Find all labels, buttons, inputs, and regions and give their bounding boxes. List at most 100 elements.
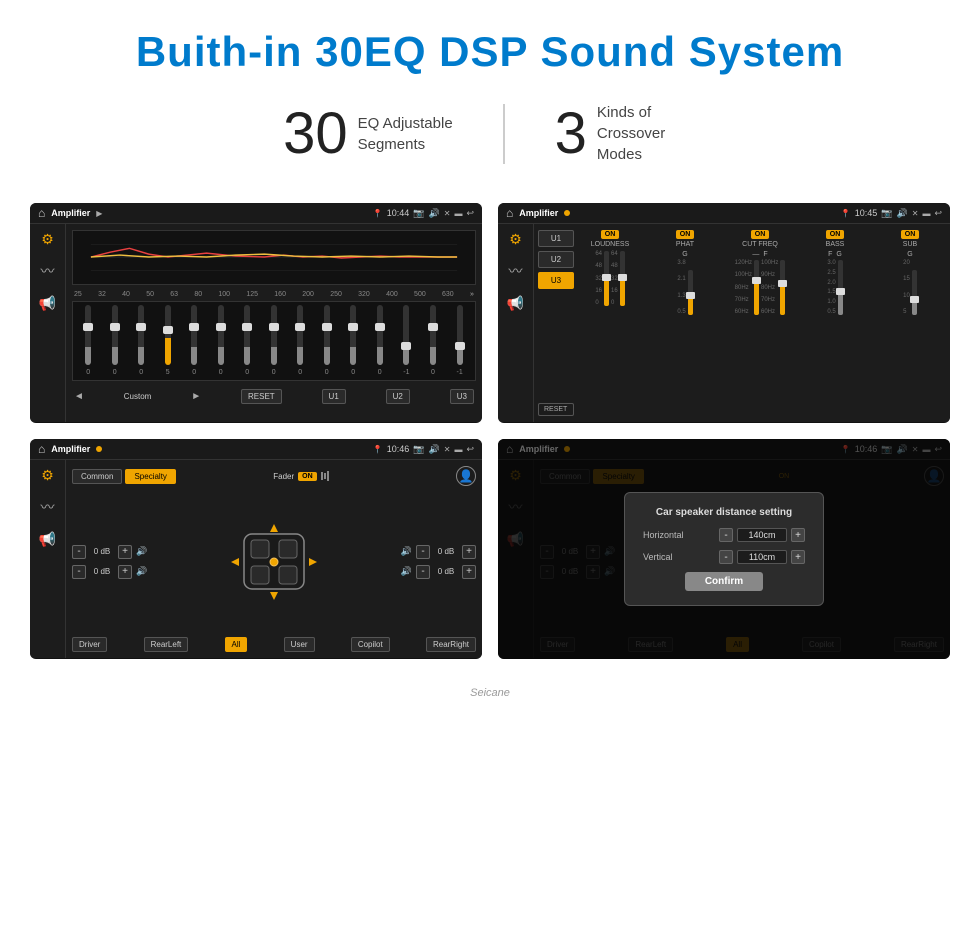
eq-slider-11[interactable]: 0 [377, 305, 383, 376]
eq-icon-3[interactable]: ⚙ [37, 466, 59, 484]
btn-rearleft[interactable]: RearLeft [144, 637, 189, 652]
band-cutfreq-on[interactable]: ON [751, 230, 770, 239]
cutfreq-slider-2[interactable] [780, 260, 785, 315]
user-avatar[interactable]: 👤 [456, 466, 476, 486]
minimize-icon-2[interactable]: ▬ [922, 209, 930, 218]
eq-icon-2[interactable]: ⚙ [505, 230, 527, 248]
app-name-2: Amplifier [519, 208, 558, 218]
band-loudness: ON LOUDNESS 644832160 644832160 [574, 230, 646, 416]
band-phat-label: PHAT [676, 241, 694, 248]
eq-slider-6[interactable]: 0 [244, 305, 250, 376]
speaker-icon-2[interactable]: 📢 [505, 294, 527, 312]
u3-btn[interactable]: U3 [450, 389, 474, 404]
eq-slider-4[interactable]: 0 [191, 305, 197, 376]
preset-u2[interactable]: U2 [538, 251, 574, 268]
status-bar-1: ⌂ Amplifier ▶ 📍 10:44 📷 🔊 ✕ ▬ ↩ [30, 203, 482, 224]
eq-bottom-bar: ◄ Custom ► RESET U1 U2 U3 [72, 385, 476, 408]
plus-fr[interactable]: + [462, 545, 476, 559]
horizontal-plus[interactable]: + [791, 528, 805, 542]
stats-row: 30 EQ Adjustable Segments 3 Kinds of Cro… [0, 92, 980, 193]
fader-on[interactable]: ON [298, 472, 317, 481]
minus-fl[interactable]: - [72, 545, 86, 559]
band-cutfreq-label: CUT FREQ [742, 241, 778, 248]
eq-slider-10[interactable]: 0 [350, 305, 356, 376]
close-icon[interactable]: ✕ [444, 209, 451, 218]
back-icon-2[interactable]: ↩ [934, 208, 942, 219]
band-sub-on[interactable]: ON [901, 230, 920, 239]
speaker-icon-3[interactable]: 📢 [37, 530, 59, 548]
btn-rearright[interactable]: RearRight [426, 637, 476, 652]
minus-fr[interactable]: - [416, 545, 430, 559]
band-loudness-on[interactable]: ON [601, 230, 620, 239]
eq-icon[interactable]: ⚙ [37, 230, 59, 248]
tab-specialty[interactable]: Specialty [125, 469, 175, 484]
plus-fl[interactable]: + [118, 545, 132, 559]
eq-slider-2[interactable]: 0 [138, 305, 144, 376]
eq-slider-5[interactable]: 0 [218, 305, 224, 376]
preset-u3[interactable]: U3 [538, 272, 574, 289]
home-icon-2[interactable]: ⌂ [506, 206, 513, 220]
btn-driver[interactable]: Driver [72, 637, 107, 652]
volume-icon-3[interactable]: 🔊 [429, 444, 440, 455]
back-icon[interactable]: ↩ [466, 208, 474, 219]
confirm-button[interactable]: Confirm [685, 572, 763, 591]
eq-slider-14[interactable]: -1 [456, 305, 462, 376]
tab-common[interactable]: Common [72, 469, 122, 484]
eq-slider-3[interactable]: 5 [165, 305, 171, 376]
wave-icon-3[interactable]: 〰 [37, 498, 59, 516]
eq-slider-12[interactable]: -1 [403, 305, 409, 376]
loudness-slider-2[interactable] [620, 251, 625, 306]
minus-rr[interactable]: - [416, 565, 430, 579]
home-icon[interactable]: ⌂ [38, 206, 45, 220]
plus-rr[interactable]: + [462, 565, 476, 579]
u1-btn[interactable]: U1 [322, 389, 346, 404]
screen-distance: ⌂ Amplifier 📍 10:46 📷 🔊 ✕ ▬ ↩ ⚙ 〰 📢 [498, 439, 950, 659]
close-icon-3[interactable]: ✕ [444, 445, 451, 454]
eq-slider-0[interactable]: 0 [85, 305, 91, 376]
prev-arrow[interactable]: ◄ [74, 391, 84, 402]
sub-slider[interactable] [912, 270, 917, 315]
minimize-icon-3[interactable]: ▬ [454, 445, 462, 454]
play-icon[interactable]: ▶ [96, 209, 102, 218]
indicator-2 [564, 210, 570, 216]
eq-slider-9[interactable]: 0 [324, 305, 330, 376]
close-icon-2[interactable]: ✕ [912, 209, 919, 218]
eq-slider-13[interactable]: 0 [430, 305, 436, 376]
reset-btn[interactable]: RESET [241, 389, 282, 404]
reset-btn-2[interactable]: RESET [538, 403, 574, 416]
eq-slider-1[interactable]: 0 [112, 305, 118, 376]
btn-user[interactable]: User [284, 637, 315, 652]
location-icon: 📍 [373, 209, 383, 218]
eq-slider-7[interactable]: 0 [271, 305, 277, 376]
camera-icon[interactable]: 📷 [413, 208, 424, 219]
volume-icon-2[interactable]: 🔊 [897, 208, 908, 219]
volume-icon[interactable]: 🔊 [429, 208, 440, 219]
band-phat-on[interactable]: ON [676, 230, 695, 239]
wave-icon[interactable]: 〰 [37, 262, 59, 280]
u2-btn[interactable]: U2 [386, 389, 410, 404]
band-bass-on[interactable]: ON [826, 230, 845, 239]
bass-slider[interactable] [838, 260, 843, 315]
speaker-icon[interactable]: 📢 [37, 294, 59, 312]
val-rr: 0 dB [434, 567, 458, 576]
btn-copilot[interactable]: Copilot [351, 637, 390, 652]
expand-icon[interactable]: » [470, 291, 474, 298]
cutfreq-slider[interactable] [754, 260, 759, 315]
wave-icon-2[interactable]: 〰 [505, 262, 527, 280]
vertical-minus[interactable]: - [719, 550, 733, 564]
preset-u1[interactable]: U1 [538, 230, 574, 247]
eq-slider-8[interactable]: 0 [297, 305, 303, 376]
camera-icon-2[interactable]: 📷 [881, 208, 892, 219]
vertical-plus[interactable]: + [791, 550, 805, 564]
camera-icon-3[interactable]: 📷 [413, 444, 424, 455]
minimize-icon[interactable]: ▬ [454, 209, 462, 218]
plus-rl[interactable]: + [118, 565, 132, 579]
back-icon-3[interactable]: ↩ [466, 444, 474, 455]
minus-rl[interactable]: - [72, 565, 86, 579]
next-arrow[interactable]: ► [191, 391, 201, 402]
home-icon-3[interactable]: ⌂ [38, 442, 45, 456]
horizontal-minus[interactable]: - [719, 528, 733, 542]
loudness-slider[interactable] [604, 251, 609, 306]
btn-all[interactable]: All [225, 637, 248, 652]
phat-slider[interactable] [688, 270, 693, 315]
